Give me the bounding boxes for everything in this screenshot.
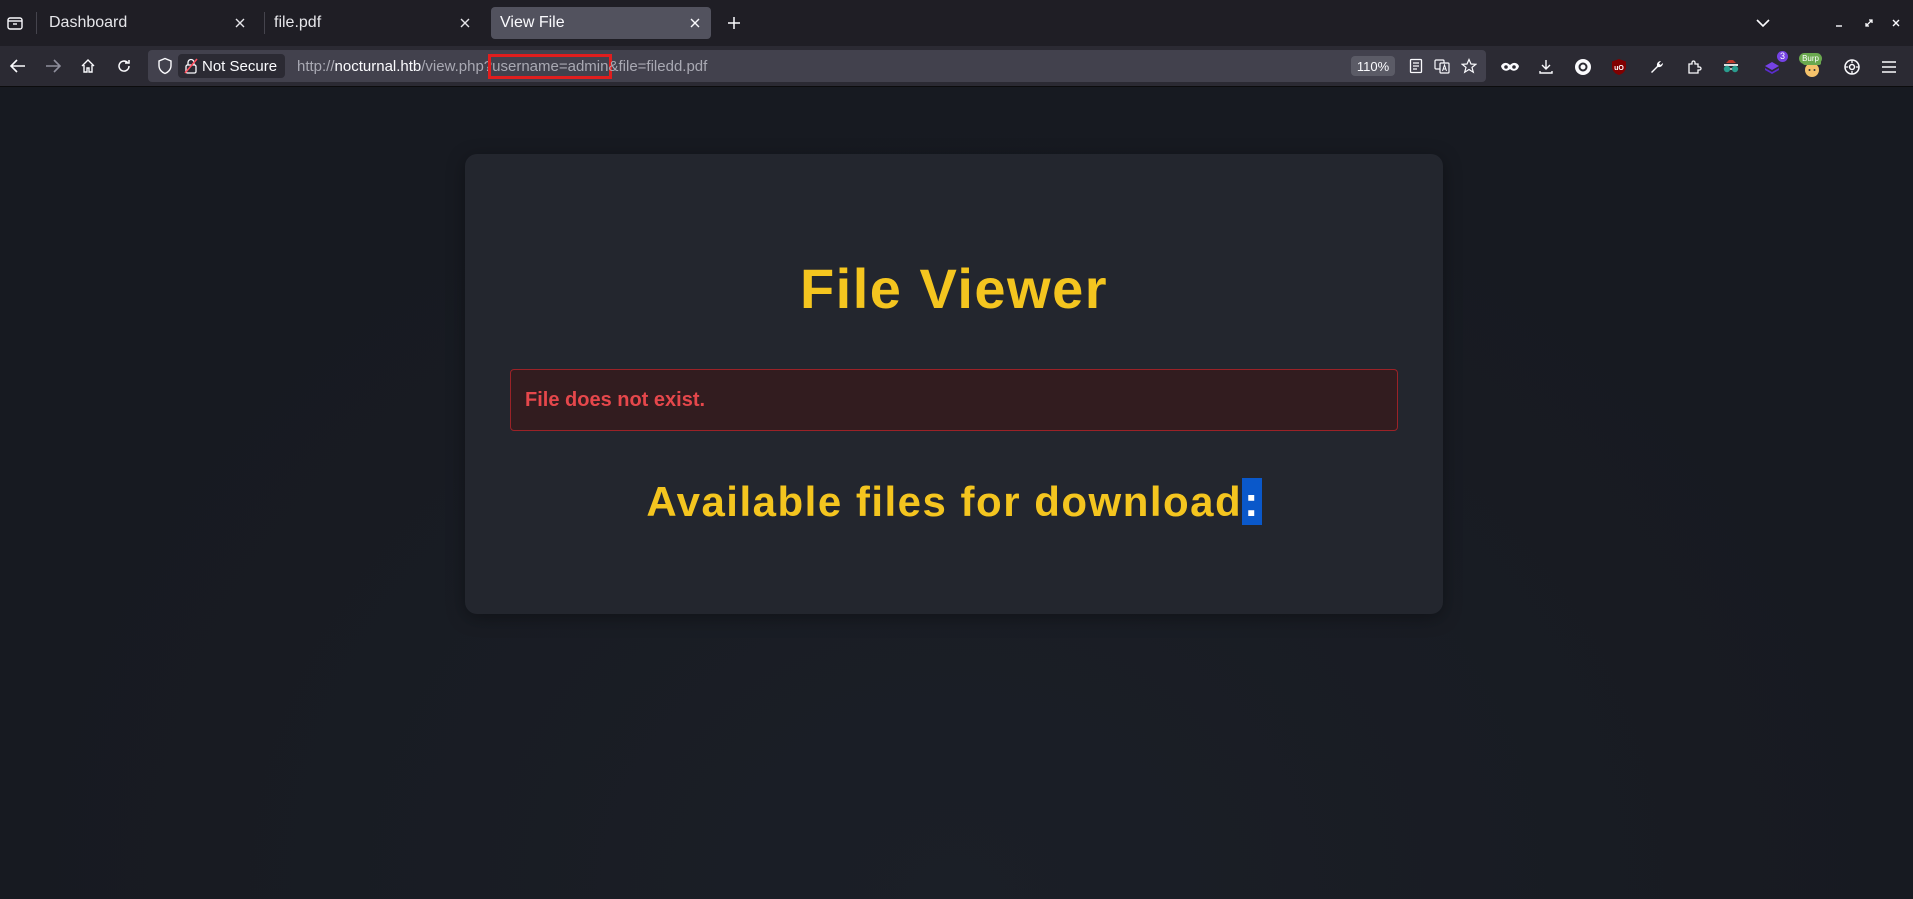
file-viewer-card: File Viewer File does not exist. Availab…: [465, 154, 1443, 614]
wrench-icon[interactable]: [1645, 55, 1669, 79]
reader-view-icon[interactable]: [1407, 57, 1425, 75]
private-browsing-icon[interactable]: [1498, 55, 1522, 79]
url-path: /view.php?: [421, 57, 493, 75]
error-alert: File does not exist.: [510, 369, 1398, 431]
burp-icon[interactable]: Burp: [1799, 53, 1824, 79]
svg-text:uO: uO: [1614, 65, 1624, 72]
error-message: File does not exist.: [525, 388, 706, 411]
extension-o-icon[interactable]: [1571, 55, 1595, 79]
back-arrow-icon[interactable]: [6, 54, 30, 78]
reload-icon[interactable]: [112, 54, 136, 78]
url-scheme: http://: [297, 57, 335, 75]
tab-separator: [36, 12, 37, 34]
extension-badge-count: 3: [1776, 51, 1788, 62]
translate-icon[interactable]: [1433, 57, 1451, 75]
close-icon[interactable]: [232, 15, 248, 31]
navigation-toolbar: Not Secure http://nocturnal.htb/view.php…: [0, 46, 1913, 87]
tab-file-pdf[interactable]: file.pdf: [265, 7, 481, 39]
url-host: nocturnal.htb: [334, 57, 422, 75]
zoom-level-button[interactable]: 110%: [1351, 56, 1395, 76]
tracking-protection-shield-icon[interactable]: [156, 57, 174, 75]
close-icon[interactable]: [457, 15, 473, 31]
home-icon[interactable]: [76, 54, 100, 78]
forward-arrow-icon[interactable]: [41, 54, 65, 78]
page-title: File Viewer: [799, 257, 1109, 320]
url-rest: &file=filedd.pdf: [608, 57, 708, 75]
restore-icon[interactable]: [1858, 12, 1880, 34]
available-files-heading-text: Available files for download: [646, 478, 1243, 525]
close-window-icon[interactable]: [1885, 12, 1907, 34]
not-secure-label: Not Secure: [202, 57, 278, 75]
extensions-puzzle-icon[interactable]: [1682, 55, 1706, 79]
settings-icon[interactable]: [1840, 55, 1864, 79]
tab-title: View File: [500, 14, 565, 31]
tab-dashboard[interactable]: Dashboard: [40, 7, 256, 39]
page-viewport: File Viewer File does not exist. Availab…: [0, 87, 1913, 899]
tab-title: file.pdf: [274, 14, 322, 31]
tab-strip: Dashboard file.pdf View File: [0, 0, 1913, 46]
minimize-icon[interactable]: [1828, 12, 1850, 34]
burp-label: Burp: [1799, 53, 1822, 64]
text-selection-highlight: :: [1242, 478, 1262, 525]
url-bar[interactable]: Not Secure http://nocturnal.htb/view.php…: [148, 50, 1486, 82]
tab-title: Dashboard: [49, 14, 128, 31]
insecure-lock-icon: [184, 58, 198, 74]
site-security-indicator[interactable]: Not Secure: [178, 54, 286, 78]
new-tab-button[interactable]: [722, 11, 746, 35]
spy-glasses-icon[interactable]: [1719, 55, 1743, 79]
url-text[interactable]: http://nocturnal.htb/view.php? username=a…: [297, 50, 707, 82]
close-icon[interactable]: [687, 15, 703, 31]
tab-overview-icon[interactable]: [4, 12, 26, 34]
menu-icon[interactable]: [1877, 55, 1901, 79]
extension-badge-icon[interactable]: 3: [1760, 51, 1788, 79]
downloads-icon[interactable]: [1534, 55, 1558, 79]
tab-view-file[interactable]: View File: [491, 7, 711, 39]
ublock-icon[interactable]: uO: [1607, 55, 1631, 79]
url-highlighted-param: username=admin: [488, 53, 613, 79]
bookmark-star-icon[interactable]: [1460, 57, 1478, 75]
available-files-heading: Available files for download:: [465, 478, 1443, 526]
list-all-tabs-chevron-down-icon[interactable]: [1752, 12, 1774, 34]
